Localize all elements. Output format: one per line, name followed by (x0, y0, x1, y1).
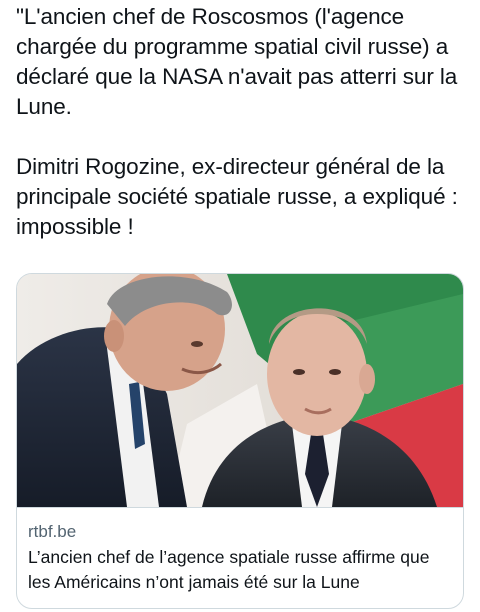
link-preview-details[interactable]: rtbf.be L’ancien chef de l’agence spatia… (17, 507, 463, 608)
link-domain: rtbf.be (28, 522, 77, 541)
link-preview-image[interactable] (17, 274, 463, 507)
press-photo (17, 274, 463, 507)
tweet-text: "L'ancien chef de Roscosmos (l'agence ch… (16, 2, 468, 272)
tweet-paragraph-2: Dimitri Rogozine, ex-directeur général d… (16, 154, 458, 239)
link-preview-card[interactable]: rtbf.be L’ancien chef de l’agence spatia… (16, 273, 464, 609)
link-title[interactable]: L’ancien chef de l’agence spatiale russe… (28, 545, 452, 595)
tweet-paragraph-1: "L'ancien chef de Roscosmos (l'agence ch… (16, 4, 458, 119)
